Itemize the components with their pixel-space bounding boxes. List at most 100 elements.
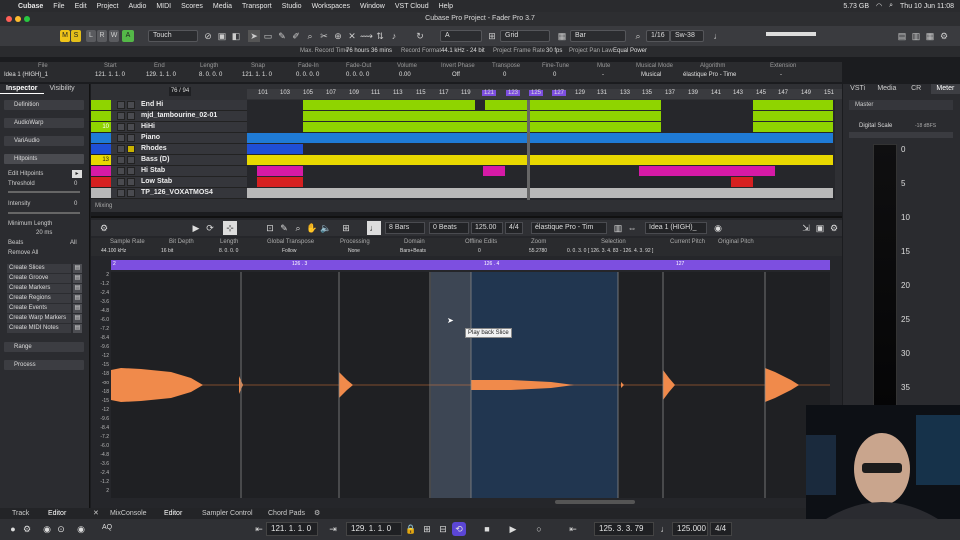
menu-edit[interactable]: Edit bbox=[75, 3, 87, 10]
create-events-icon[interactable]: ▤ bbox=[73, 304, 82, 313]
audio-event[interactable] bbox=[247, 188, 833, 198]
minimum-length-value[interactable]: 20 ms bbox=[36, 230, 76, 236]
comp-tool-icon[interactable]: ⇅ bbox=[374, 30, 386, 42]
tab-vsti[interactable]: VSTi bbox=[843, 84, 872, 94]
track-name[interactable]: TP_126_VOXATMOS4 bbox=[141, 188, 213, 198]
menu-vst-cloud[interactable]: VST Cloud bbox=[395, 3, 429, 10]
piano-icon[interactable]: ▥ bbox=[611, 221, 625, 235]
tab-track[interactable]: Track bbox=[12, 508, 29, 519]
split-tool-icon[interactable]: ✂ bbox=[318, 30, 330, 42]
remove-all-button[interactable]: Remove All bbox=[8, 250, 84, 256]
midi-event[interactable] bbox=[247, 133, 833, 143]
tab-sampler-control[interactable]: Sampler Control bbox=[202, 508, 253, 519]
create-groove-button[interactable]: Create Groove bbox=[7, 274, 71, 283]
create-regions-button[interactable]: Create Regions bbox=[7, 294, 71, 303]
menu-studio[interactable]: Studio bbox=[282, 3, 302, 10]
listen-state-button[interactable]: L bbox=[86, 30, 96, 42]
draw-tool-icon[interactable]: ✎ bbox=[276, 30, 288, 42]
info-file-value[interactable]: Idea 1 (HIGH)_1 bbox=[4, 72, 48, 78]
menu-app[interactable]: Cubase bbox=[18, 3, 43, 10]
event-display[interactable] bbox=[247, 100, 835, 200]
solo-state-button[interactable]: S bbox=[71, 30, 81, 42]
rewind-to-start-icon[interactable]: ⇤ bbox=[566, 522, 580, 536]
write-automation-button[interactable]: W bbox=[109, 30, 119, 42]
info-finetune-value[interactable]: 0 bbox=[553, 72, 556, 78]
mute-button[interactable] bbox=[117, 156, 125, 164]
section-process[interactable]: Process bbox=[4, 360, 84, 370]
info-volume-value[interactable]: 0.00 bbox=[399, 72, 411, 78]
left-locator-field[interactable]: 121. 1. 1. 0 bbox=[266, 522, 318, 536]
track-name[interactable]: Low Stab bbox=[141, 177, 172, 187]
layout-left-icon[interactable]: ▤ bbox=[896, 30, 908, 42]
mute-button[interactable] bbox=[117, 134, 125, 142]
range-tool-icon[interactable]: ▭ bbox=[262, 30, 274, 42]
right-locator-field[interactable]: 129. 1. 1. 0 bbox=[346, 522, 402, 536]
mute-button[interactable] bbox=[117, 189, 125, 197]
solo-button[interactable] bbox=[127, 178, 135, 186]
mute-state-button[interactable]: M bbox=[60, 30, 70, 42]
track-name[interactable]: End Hi bbox=[141, 100, 163, 110]
snap-to-zero-select[interactable]: A bbox=[440, 30, 482, 42]
auto-scroll-icon[interactable]: ↻ bbox=[414, 30, 426, 42]
track-name[interactable]: Hi Stab bbox=[141, 166, 165, 176]
create-midi-notes-button[interactable]: Create MIDI Notes bbox=[7, 324, 71, 333]
track-row[interactable]: Low Stab bbox=[91, 177, 247, 188]
hitpoint-tool-icon[interactable]: ⊹ bbox=[223, 221, 237, 235]
midi-event[interactable] bbox=[731, 177, 753, 187]
sample-ruler[interactable]: 2 126 . 3 126 . 4 127 bbox=[111, 260, 830, 270]
create-groove-icon[interactable]: ▤ bbox=[73, 274, 82, 283]
track-name[interactable]: Rhodes bbox=[141, 144, 167, 154]
search-icon[interactable]: ⌕ bbox=[889, 2, 893, 10]
settings-icon[interactable]: ⚙ bbox=[20, 522, 34, 536]
tab-editor[interactable]: Editor bbox=[164, 508, 182, 519]
punch-icon[interactable]: ⊙ bbox=[54, 522, 68, 536]
mute-button[interactable] bbox=[117, 145, 125, 153]
audio-event[interactable] bbox=[753, 111, 833, 121]
snap-icon[interactable]: ⊞ bbox=[486, 30, 498, 42]
grid-icon[interactable]: ▦ bbox=[556, 30, 568, 42]
info-algorithm-value[interactable]: élastique Pro - Time bbox=[683, 72, 736, 78]
musical-mode-icon[interactable]: ♩ bbox=[367, 221, 381, 235]
loop-icon[interactable]: ⟳ bbox=[203, 221, 217, 235]
layout-lower-icon[interactable]: ▥ bbox=[910, 30, 922, 42]
intensity-slider[interactable] bbox=[8, 212, 80, 214]
menu-help[interactable]: Help bbox=[439, 3, 453, 10]
audio-event[interactable] bbox=[247, 155, 833, 165]
info-transpose-value[interactable]: 0 bbox=[503, 72, 506, 78]
menu-window[interactable]: Window bbox=[360, 3, 385, 10]
lower-zone-settings-icon[interactable]: ⚙ bbox=[314, 508, 320, 519]
meter-controls[interactable] bbox=[849, 132, 953, 138]
position-display[interactable]: 125. 3. 3. 79 bbox=[594, 522, 654, 536]
tab-meter[interactable]: Meter bbox=[930, 84, 960, 94]
create-markers-icon[interactable]: ▤ bbox=[73, 284, 82, 293]
editor-options-icon[interactable]: ⚙ bbox=[827, 221, 841, 235]
layout-settings-icon[interactable]: ⚙ bbox=[938, 30, 950, 42]
midi-event[interactable] bbox=[257, 166, 303, 176]
play-icon[interactable]: ▶ bbox=[189, 221, 203, 235]
master-row[interactable]: Master bbox=[849, 100, 953, 110]
mute-tool-icon[interactable]: ✕ bbox=[346, 30, 358, 42]
tab-media[interactable]: Media bbox=[872, 84, 901, 94]
inspector-toggle-icon[interactable]: ▣ bbox=[216, 30, 228, 42]
menu-workspaces[interactable]: Workspaces bbox=[312, 3, 350, 10]
info-invert-phase-value[interactable]: Off bbox=[452, 72, 460, 78]
horizontal-scrollbar[interactable] bbox=[555, 500, 635, 504]
audio-event[interactable] bbox=[485, 100, 661, 110]
midi-event[interactable] bbox=[247, 144, 303, 154]
automation-mode-select[interactable]: Touch bbox=[148, 30, 198, 42]
editor-tempo-field[interactable]: 125.00 bbox=[471, 222, 503, 234]
edit-hitpoints-button[interactable]: ▸ bbox=[72, 170, 82, 178]
snap-icon[interactable]: ⊞ bbox=[339, 221, 353, 235]
section-range[interactable]: Range bbox=[4, 342, 84, 352]
audio-event[interactable] bbox=[303, 122, 661, 132]
waveform-display[interactable]: Play back Slice ➤ bbox=[111, 272, 830, 498]
play-icon[interactable]: ▶ bbox=[506, 522, 520, 536]
solo-button[interactable] bbox=[127, 134, 135, 142]
warp-icon[interactable]: ⇔ bbox=[625, 221, 639, 235]
info-mute-value[interactable]: - bbox=[602, 72, 604, 78]
track-name[interactable]: mjd_tambourine_02-01 bbox=[141, 111, 217, 121]
menu-scores[interactable]: Scores bbox=[181, 3, 203, 10]
beats-field[interactable]: 0 Beats bbox=[429, 222, 469, 234]
tab-visibility[interactable]: Visibility bbox=[44, 84, 81, 94]
domain-value[interactable]: Bars+Beats bbox=[400, 248, 426, 254]
